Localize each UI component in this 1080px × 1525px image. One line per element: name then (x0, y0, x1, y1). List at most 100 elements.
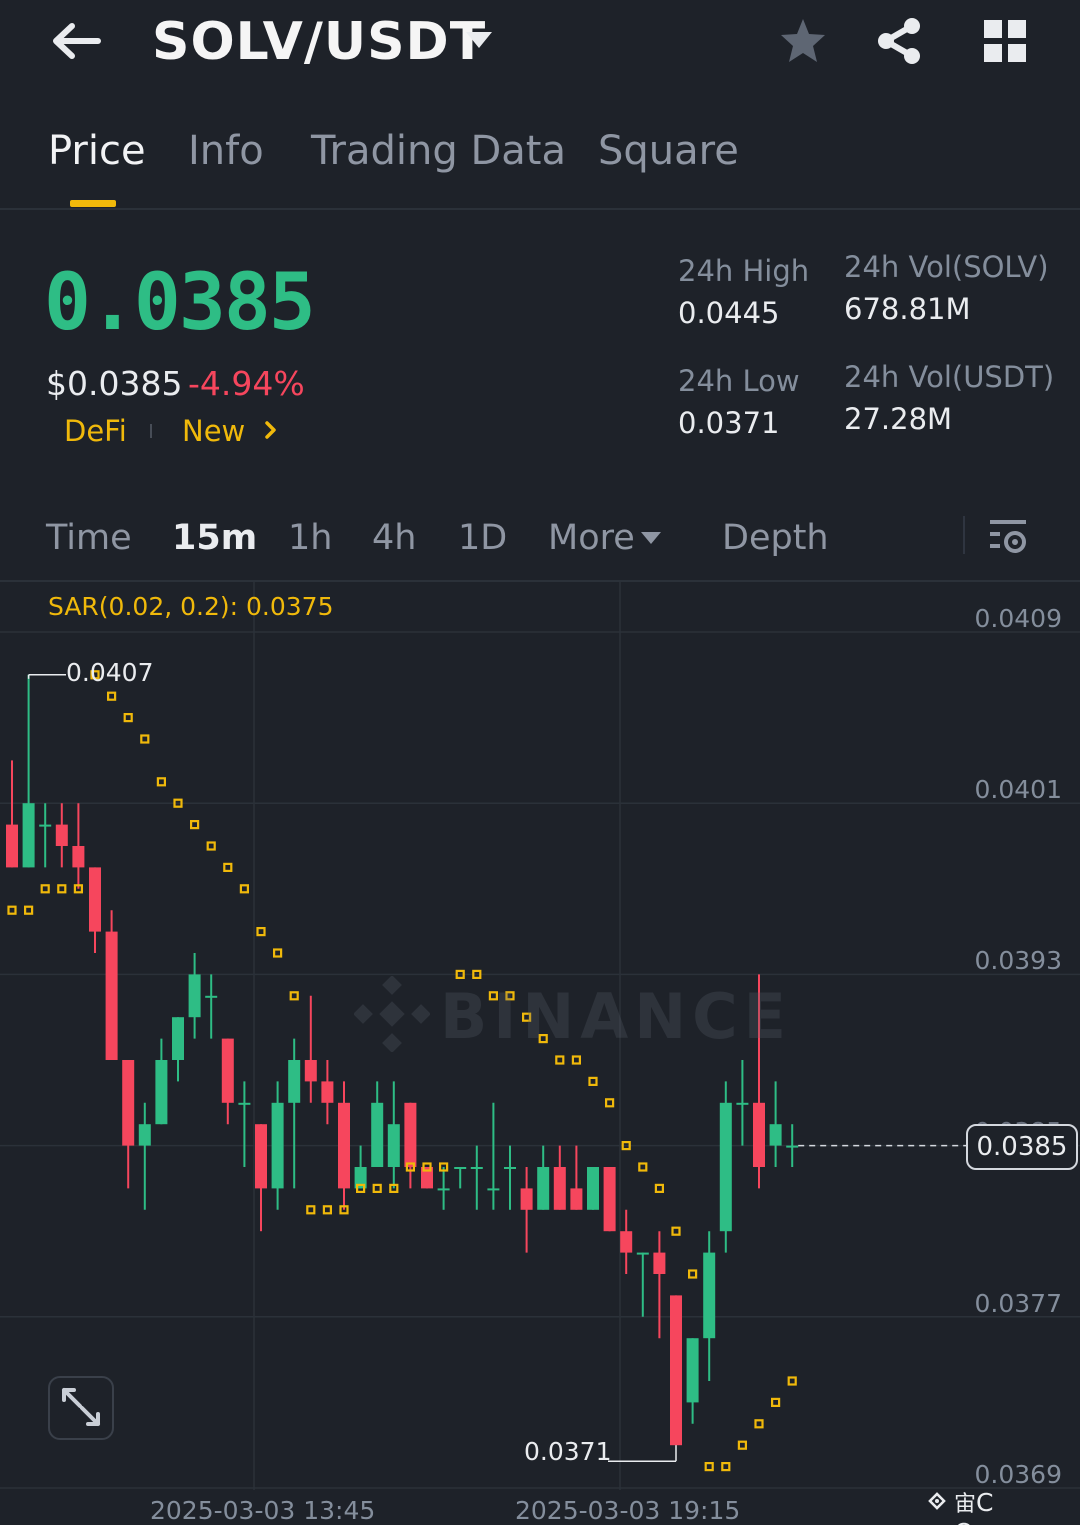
candle (72, 803, 85, 889)
candle-body (155, 1060, 168, 1125)
candle (603, 1167, 616, 1232)
sar-indicator-label[interactable]: SAR(0.02, 0.2): 0.0375 (48, 592, 333, 621)
candle (354, 1145, 367, 1189)
sar-dot (140, 734, 150, 744)
interval-separator (963, 516, 965, 554)
y-tick: 0.0369 (974, 1460, 1062, 1489)
candle-body (6, 824, 18, 868)
candle-body (338, 1102, 350, 1189)
candle-body (105, 931, 118, 1060)
grid-icon[interactable] (982, 18, 1028, 64)
interval-1d[interactable]: 1D (458, 518, 507, 558)
candle-body (537, 1167, 550, 1210)
candle-body (636, 1252, 649, 1255)
chevron-down-icon[interactable] (464, 28, 494, 52)
candle (653, 1231, 666, 1339)
candle-body (205, 995, 218, 998)
chevron-right-icon[interactable] (262, 418, 280, 442)
y-tick: 0.0377 (974, 1289, 1062, 1318)
stat-vol-base-label: 24h Vol(SOLV) (844, 250, 1049, 284)
candle (105, 910, 118, 1060)
candle-body (437, 1188, 450, 1191)
sar-dot (654, 1183, 665, 1194)
candle (39, 803, 52, 868)
more-caret-icon[interactable] (640, 530, 662, 546)
sar-dot (787, 1376, 797, 1386)
tag-new[interactable]: New (182, 414, 245, 448)
current-price-tag[interactable]: 0.0385 (966, 1124, 1078, 1170)
sar-dot (223, 862, 233, 873)
candle (138, 1102, 151, 1210)
chart-settings-icon[interactable] (986, 516, 1030, 556)
star-icon[interactable] (778, 16, 828, 66)
candle (172, 1017, 184, 1082)
depth-tab[interactable]: Depth (722, 518, 829, 558)
tab-trading-data[interactable]: Trading Data (311, 128, 566, 174)
stat-low-label: 24h Low (678, 364, 800, 398)
candle-body (769, 1124, 782, 1146)
candle-body (620, 1231, 633, 1253)
interval-more[interactable]: More (548, 518, 635, 558)
candle (686, 1338, 699, 1424)
high-marker-label: 0.0407 (66, 658, 154, 687)
candle (338, 1081, 350, 1210)
candle-body (221, 1038, 234, 1103)
tab-info[interactable]: Info (188, 128, 264, 174)
interval-15m[interactable]: 15m (172, 518, 257, 558)
candle (387, 1081, 400, 1189)
x-tick: 2025-03-03 19:15 (515, 1496, 741, 1525)
interval-1h[interactable]: 1h (288, 518, 332, 558)
candle (6, 760, 18, 868)
candle (205, 974, 218, 1039)
candle-body (39, 824, 52, 827)
candle (537, 1145, 550, 1210)
top-bar: SOLV/USDT (0, 0, 1080, 90)
candle (371, 1081, 384, 1167)
candle-body (719, 1102, 732, 1232)
sar-dot (555, 1055, 565, 1065)
tag-defi[interactable]: DeFi (64, 414, 127, 448)
active-tab-indicator (70, 200, 116, 207)
sar-dot (156, 777, 166, 787)
sar-dot (273, 948, 283, 958)
candle (769, 1081, 782, 1167)
tab-price[interactable]: Price (48, 128, 146, 174)
stat-high-label: 24h High (678, 254, 810, 288)
sar-dot (289, 991, 299, 1001)
candle-body (670, 1295, 682, 1446)
candle (786, 1124, 799, 1167)
tab-square[interactable]: Square (598, 128, 739, 174)
stat-vol-base-value: 678.81M (844, 292, 971, 326)
stat-high-value: 0.0445 (678, 296, 780, 330)
share-icon[interactable] (874, 16, 924, 66)
candle-body (288, 1060, 301, 1103)
interval-4h[interactable]: 4h (372, 518, 416, 558)
candle-body (271, 1102, 284, 1189)
stat-vol-quote-value: 27.28M (844, 402, 953, 436)
candle (55, 803, 68, 868)
candle (89, 867, 101, 953)
sar-dot (57, 884, 67, 894)
candle (587, 1167, 599, 1210)
candle (553, 1145, 566, 1210)
candle (736, 1060, 749, 1146)
candle (304, 995, 317, 1103)
candle-body (587, 1167, 599, 1210)
sar-dot (306, 1205, 316, 1215)
interval-time[interactable]: Time (46, 518, 132, 558)
candlestick-chart[interactable] (0, 582, 1080, 1525)
sar-dot (671, 1226, 681, 1236)
fullscreen-button[interactable] (48, 1376, 114, 1440)
sar-dot (24, 905, 34, 915)
candle-body (387, 1124, 400, 1167)
candle-body (304, 1060, 317, 1082)
candle (504, 1145, 516, 1210)
y-tick: 0.0409 (974, 604, 1062, 633)
pair-title[interactable]: SOLV/USDT (152, 12, 486, 72)
back-arrow-icon[interactable] (48, 18, 104, 64)
y-tick: 0.0401 (974, 775, 1062, 804)
candle-body (255, 1124, 267, 1189)
sar-dot (7, 905, 17, 915)
candle-body (404, 1102, 417, 1167)
candle-body (22, 803, 35, 868)
